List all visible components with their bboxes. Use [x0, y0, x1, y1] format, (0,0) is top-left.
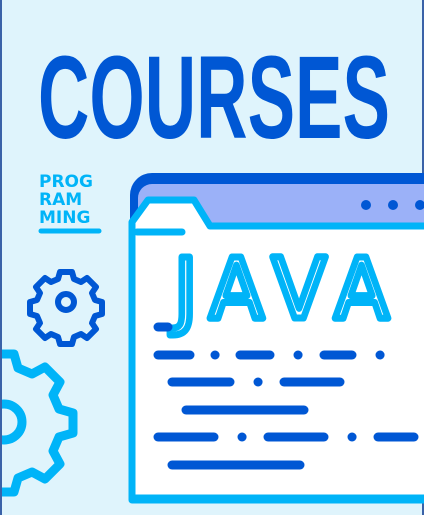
java-label: JAVA	[169, 240, 402, 338]
browser-window-icon: JAVA	[128, 173, 424, 504]
subtitle-line: MING	[39, 208, 90, 228]
programming-label: PROG RAM MING	[38, 172, 102, 234]
poster: COURSES PROG RAM MING JAVA	[0, 0, 424, 515]
subtitle-line: PROG	[39, 172, 93, 192]
poster-artwork: COURSES PROG RAM MING JAVA	[2, 32, 424, 504]
gear-icon	[27, 269, 105, 347]
window-dot	[361, 200, 371, 210]
window-dot	[388, 200, 398, 210]
large-gear-icon	[2, 349, 78, 497]
courses-title: COURSES	[38, 32, 390, 164]
subtitle-line: RAM	[39, 190, 82, 210]
